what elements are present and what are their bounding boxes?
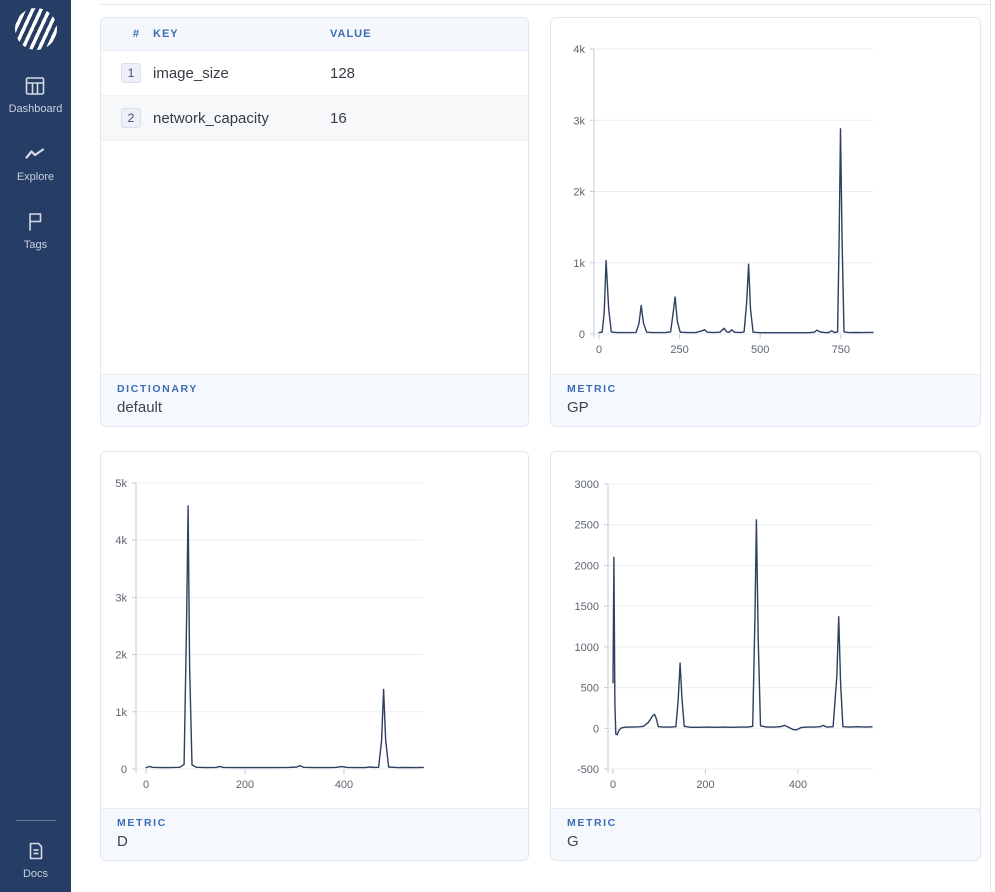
svg-text:5k: 5k	[115, 478, 127, 490]
svg-text:0: 0	[593, 723, 599, 735]
svg-text:2500: 2500	[575, 520, 599, 532]
row-index-badge: 1	[121, 63, 141, 83]
card-type-label: METRIC	[117, 817, 167, 829]
column-header-value: VALUE	[330, 28, 372, 40]
sidebar-nav: Dashboard Explore Tags	[8, 74, 63, 251]
svg-text:-500: -500	[577, 764, 599, 776]
svg-text:0: 0	[596, 344, 602, 356]
sidebar-item-label: Dashboard	[8, 103, 63, 115]
svg-text:0: 0	[143, 779, 149, 791]
svg-text:0: 0	[121, 764, 127, 776]
row-key: image_size	[153, 64, 229, 82]
sidebar-item-docs[interactable]: Docs	[23, 839, 48, 880]
card-type-label: METRIC	[567, 383, 617, 395]
app-logo[interactable]	[14, 8, 57, 50]
sidebar-item-explore[interactable]: Explore	[17, 142, 54, 183]
sidebar: Dashboard Explore Tags Docs	[0, 0, 71, 892]
svg-text:0: 0	[610, 779, 616, 791]
svg-text:200: 200	[236, 779, 254, 791]
svg-text:500: 500	[581, 683, 599, 695]
card-type-label: DICTIONARY	[117, 383, 198, 395]
sidebar-divider	[15, 820, 56, 821]
table-row: 2 network_capacity 16	[101, 96, 528, 141]
card-name: D	[117, 833, 128, 850]
docs-icon	[29, 842, 42, 860]
card-type-label: METRIC	[567, 817, 617, 829]
scroll-edge-line	[990, 0, 991, 892]
svg-text:400: 400	[335, 779, 353, 791]
row-value: 128	[330, 64, 356, 82]
table-header-row: # KEY VALUE	[101, 18, 528, 51]
sidebar-item-label: Tags	[23, 239, 48, 251]
svg-text:200: 200	[696, 779, 714, 791]
metric-d-line-chart: 0 1k 2k 3k 4k 5k 0 200 400	[115, 478, 424, 791]
svg-text:2k: 2k	[573, 187, 585, 199]
svg-text:3k: 3k	[573, 115, 585, 127]
svg-text:1000: 1000	[575, 642, 599, 654]
svg-text:500: 500	[751, 344, 769, 356]
svg-text:3000: 3000	[575, 479, 599, 491]
card-footer: METRIC D	[101, 808, 528, 860]
metric-gp-line-chart: 0 1k 2k 3k 4k 0 250 500 750	[573, 44, 874, 356]
svg-text:0: 0	[579, 329, 585, 341]
sidebar-item-tags[interactable]: Tags	[23, 210, 47, 251]
card-name: G	[567, 833, 579, 850]
table-row: 1 image_size 128	[101, 51, 528, 96]
svg-text:1k: 1k	[573, 258, 585, 270]
svg-text:2k: 2k	[115, 650, 127, 662]
svg-text:400: 400	[789, 779, 807, 791]
row-key: network_capacity	[153, 109, 269, 127]
dashboard-icon	[26, 77, 45, 95]
row-value: 16	[330, 109, 347, 127]
svg-text:750: 750	[832, 344, 850, 356]
svg-text:250: 250	[670, 344, 688, 356]
svg-text:1500: 1500	[575, 601, 599, 613]
dictionary-table: # KEY VALUE 1 image_size 128 2 network_c…	[101, 18, 528, 374]
card-footer: METRIC G	[551, 808, 980, 860]
sidebar-item-label: Docs	[22, 868, 49, 880]
column-header-key: KEY	[153, 28, 179, 40]
metric-card-d[interactable]: 0 1k 2k 3k 4k 5k 0 200 400 METRIC D	[100, 451, 529, 861]
card-name: default	[117, 399, 163, 416]
tags-icon	[29, 213, 42, 231]
card-name: GP	[567, 399, 589, 416]
explore-icon	[25, 148, 45, 159]
svg-text:1k: 1k	[115, 707, 127, 719]
svg-text:4k: 4k	[573, 44, 585, 56]
row-index-badge: 2	[121, 108, 141, 128]
svg-text:2000: 2000	[575, 560, 599, 572]
sidebar-bottom: Docs	[15, 820, 56, 880]
metric-card-g[interactable]: -500 0 500 1000 1500 2000 2500 3000 0 200 400 METR…	[550, 451, 981, 861]
content-top-divider	[100, 4, 990, 5]
metric-card-gp[interactable]: 0 1k 2k 3k 4k 0 250 500 750 METRIC GP	[550, 17, 981, 427]
sidebar-item-dashboard[interactable]: Dashboard	[8, 74, 63, 115]
svg-text:4k: 4k	[115, 535, 127, 547]
column-header-index: #	[132, 28, 140, 40]
metric-g-line-chart: -500 0 500 1000 1500 2000 2500 3000 0 200 400	[575, 479, 873, 791]
dictionary-card[interactable]: # KEY VALUE 1 image_size 128 2 network_c…	[100, 17, 529, 427]
card-footer: DICTIONARY default	[101, 374, 528, 426]
sidebar-item-label: Explore	[16, 171, 55, 183]
svg-text:3k: 3k	[115, 592, 127, 604]
card-footer: METRIC GP	[551, 374, 980, 426]
